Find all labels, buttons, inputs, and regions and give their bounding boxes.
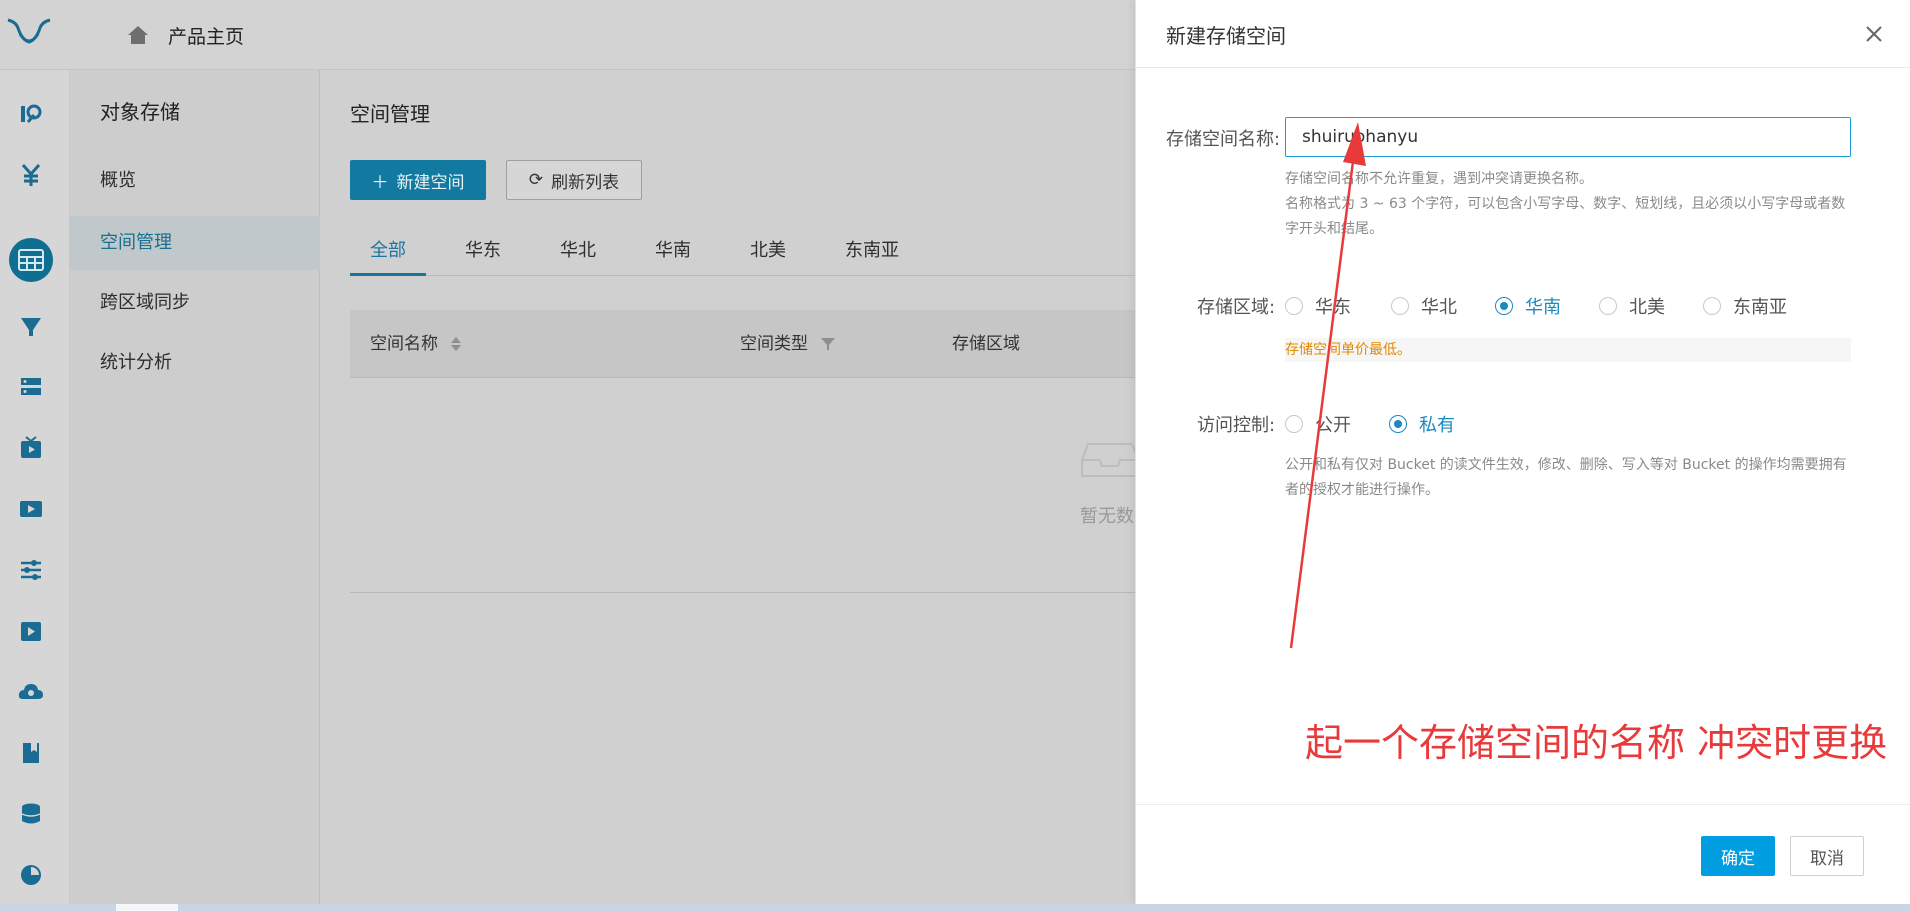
refresh-list-label: 刷新列表 — [551, 172, 620, 193]
new-space-button[interactable]: ＋ 新建空间 — [350, 160, 486, 200]
billing-icon[interactable] — [17, 161, 45, 189]
cancel-button[interactable]: 取消 — [1790, 836, 1864, 876]
radio-dot[interactable] — [1703, 297, 1721, 315]
tab-north-china[interactable]: 华北 — [560, 230, 596, 276]
table-divider — [350, 592, 1135, 593]
column-name-label: 空间名称 — [370, 334, 438, 354]
create-bucket-drawer: 新建存储空间 存储空间名称: 存储空间名称不允许重复，遇到冲突请更换名称。 名称… — [1135, 0, 1910, 904]
chart-pie-icon[interactable] — [17, 861, 45, 889]
column-region-label: 存储区域 — [952, 334, 1020, 354]
access-control-label: 访问控制: — [1197, 415, 1276, 436]
server-icon[interactable] — [17, 373, 45, 401]
region-radio-east-china[interactable]: 华东 — [1285, 293, 1351, 319]
radio-label: 私有 — [1419, 415, 1455, 436]
column-type-label: 空间类型 — [740, 334, 808, 354]
cdn-icon[interactable] — [17, 100, 45, 128]
region-tabs: 全部 华东 华北 华南 北美 东南亚 — [350, 230, 1135, 276]
drawer-header: 新建存储空间 — [1136, 0, 1910, 68]
filter-funnel-icon[interactable] — [17, 312, 45, 340]
sub-navigation: 对象存储 概览 空间管理 跨区域同步 统计分析 — [70, 70, 320, 911]
radio-dot[interactable] — [1285, 415, 1303, 433]
new-space-label: 新建空间 — [396, 172, 465, 193]
tab-south-china[interactable]: 华南 — [655, 230, 691, 276]
sort-icon[interactable] — [450, 336, 462, 352]
column-header-space-name[interactable]: 空间名称 — [370, 310, 462, 378]
plus-icon: ＋ — [371, 172, 389, 193]
icon-rail — [0, 70, 70, 911]
radio-label: 北美 — [1629, 297, 1665, 318]
bucket-name-hint-format: 名称格式为 3 ~ 63 个字符，可以包含小写字母、数字、短划线，且必须以小写字… — [1285, 196, 1846, 237]
subnav-item-overview[interactable]: 概览 — [70, 154, 320, 208]
region-radio-north-america[interactable]: 北美 — [1599, 293, 1665, 319]
region-radio-southeast-asia[interactable]: 东南亚 — [1703, 293, 1787, 319]
access-radio-private[interactable]: 私有 — [1389, 411, 1455, 437]
radio-label: 华南 — [1525, 297, 1561, 318]
cloud-icon[interactable] — [17, 678, 45, 706]
radio-label: 华北 — [1421, 297, 1457, 318]
radio-label: 华东 — [1315, 297, 1351, 318]
subnav-item-cross-region-sync[interactable]: 跨区域同步 — [70, 276, 320, 330]
document-icon[interactable] — [17, 739, 45, 767]
radio-dot[interactable] — [1285, 297, 1303, 315]
settings-sliders-icon[interactable] — [17, 556, 45, 584]
region-radio-north-china[interactable]: 华北 — [1391, 293, 1457, 319]
live-video-icon[interactable] — [17, 434, 45, 462]
main-content: 空间管理 ＋ 新建空间 ⟳ 刷新列表 全部 华东 华北 华南 北美 东南亚 空间… — [320, 70, 1139, 911]
annotation-text: 起一个存储空间的名称 冲突时更换 — [1305, 721, 1888, 765]
database-icon[interactable] — [17, 800, 45, 828]
bucket-name-input[interactable] — [1285, 117, 1851, 157]
access-control-hint: 公开和私有仅对 Bucket 的读文件生效，修改、删除、写入等对 Bucket … — [1285, 457, 1847, 498]
home-link[interactable]: 产品主页 — [168, 22, 244, 49]
tab-east-china[interactable]: 华东 — [465, 230, 501, 276]
logo-icon[interactable] — [4, 14, 54, 54]
refresh-list-button[interactable]: ⟳ 刷新列表 — [506, 160, 642, 200]
radio-dot[interactable] — [1495, 297, 1513, 315]
empty-state-text: 暂无数 — [1080, 506, 1134, 527]
subnav-title: 对象存储 — [100, 100, 180, 124]
close-icon[interactable] — [1864, 24, 1884, 44]
tab-north-america[interactable]: 北美 — [750, 230, 786, 276]
confirm-button[interactable]: 确定 — [1701, 836, 1775, 876]
radio-dot[interactable] — [1389, 415, 1407, 433]
filter-icon[interactable] — [820, 337, 836, 351]
subnav-item-statistics[interactable]: 统计分析 — [70, 336, 320, 390]
column-header-region: 存储区域 — [952, 310, 1020, 378]
radio-label: 东南亚 — [1733, 297, 1787, 318]
bucket-name-hint-duplicate: 存储空间名称不允许重复，遇到冲突请更换名称。 — [1285, 171, 1593, 187]
region-price-note: 存储空间单价最低。 — [1285, 338, 1851, 362]
column-header-space-type[interactable]: 空间类型 — [740, 310, 836, 378]
table-header: 空间名称 空间类型 存储区域 — [350, 310, 1135, 378]
refresh-icon: ⟳ — [528, 170, 544, 190]
subnav-item-space-management[interactable]: 空间管理 — [70, 216, 320, 270]
taskbar-active-item[interactable] — [116, 904, 178, 911]
empty-box-icon — [1081, 443, 1139, 477]
home-icon[interactable] — [126, 24, 150, 46]
tab-all[interactable]: 全部 — [350, 230, 426, 276]
radio-dot[interactable] — [1599, 297, 1617, 315]
taskbar — [0, 904, 1910, 911]
radio-dot[interactable] — [1391, 297, 1409, 315]
access-radio-public[interactable]: 公开 — [1285, 411, 1351, 437]
video-processing-icon[interactable] — [17, 495, 45, 523]
radio-label: 公开 — [1315, 415, 1351, 436]
bucket-name-label: 存储空间名称: — [1166, 129, 1281, 150]
storage-icon-active[interactable] — [9, 238, 53, 282]
page-title: 空间管理 — [350, 102, 430, 126]
drawer-title: 新建存储空间 — [1166, 24, 1286, 48]
media-play-icon[interactable] — [17, 617, 45, 645]
tab-southeast-asia[interactable]: 东南亚 — [845, 230, 899, 276]
region-label: 存储区域: — [1197, 297, 1276, 318]
region-radio-south-china[interactable]: 华南 — [1495, 293, 1561, 319]
